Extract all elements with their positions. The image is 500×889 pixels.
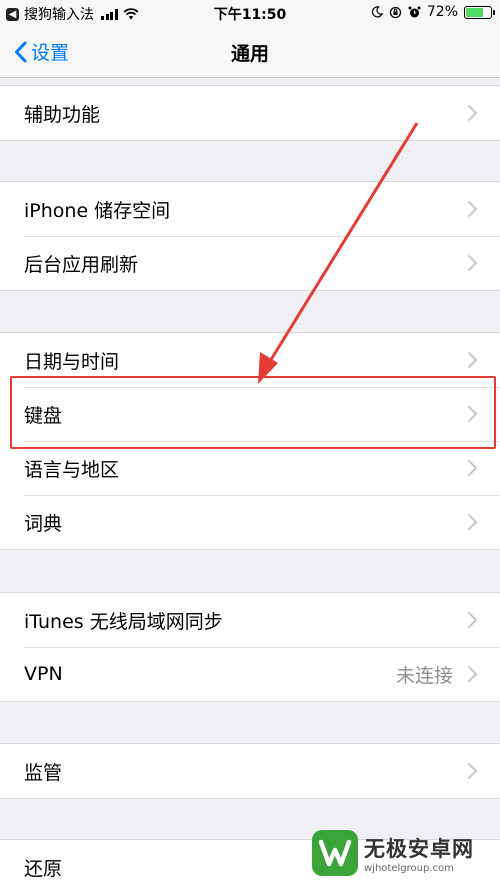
settings-group-locale: 日期与时间 键盘 语言与地区 词典 bbox=[0, 332, 500, 550]
row-accessibility[interactable]: 辅助功能 bbox=[0, 86, 500, 140]
settings-group-supervision: 监管 bbox=[0, 743, 500, 799]
row-date-time[interactable]: 日期与时间 bbox=[0, 333, 500, 387]
watermark: 无极安卓网 wjhotelgroup.com bbox=[312, 830, 474, 876]
row-label: VPN bbox=[24, 663, 63, 685]
row-label: iPhone 储存空间 bbox=[24, 199, 171, 222]
chevron-right-icon bbox=[468, 612, 478, 628]
alarm-icon bbox=[408, 6, 421, 17]
row-label: 后台应用刷新 bbox=[24, 253, 139, 276]
watermark-url: wjhotelgroup.com bbox=[364, 862, 454, 874]
chevron-right-icon bbox=[468, 352, 478, 368]
rotation-lock-icon bbox=[389, 6, 402, 18]
moon-icon bbox=[371, 6, 383, 18]
settings-group-storage: iPhone 储存空间 后台应用刷新 bbox=[0, 181, 500, 291]
page-title: 通用 bbox=[230, 43, 269, 65]
chevron-right-icon bbox=[468, 763, 478, 779]
row-label: iTunes 无线局域网同步 bbox=[24, 610, 223, 633]
settings-group-accessibility: 辅助功能 bbox=[0, 85, 500, 141]
chevron-right-icon bbox=[468, 666, 478, 682]
chevron-right-icon bbox=[468, 201, 478, 217]
row-label: 键盘 bbox=[24, 404, 63, 427]
battery-percent: 72% bbox=[426, 4, 458, 20]
row-itunes-wifi-sync[interactable]: iTunes 无线局域网同步 bbox=[0, 593, 500, 647]
row-keyboard[interactable]: 键盘 bbox=[0, 387, 500, 441]
watermark-logo-icon bbox=[312, 830, 358, 876]
row-vpn[interactable]: VPN 未连接 bbox=[0, 647, 500, 701]
row-label: 词典 bbox=[24, 512, 63, 535]
navigation-bar: 设置 通用 bbox=[0, 26, 500, 78]
row-dictionary[interactable]: 词典 bbox=[0, 495, 500, 549]
row-label: 语言与地区 bbox=[24, 458, 120, 481]
row-supervision[interactable]: 监管 bbox=[0, 744, 500, 798]
row-iphone-storage[interactable]: iPhone 储存空间 bbox=[0, 182, 500, 236]
vpn-status: 未连接 bbox=[395, 664, 453, 687]
row-label: 监管 bbox=[24, 761, 63, 784]
watermark-name: 无极安卓网 bbox=[364, 836, 474, 861]
chevron-right-icon bbox=[468, 514, 478, 530]
battery-icon bbox=[464, 5, 495, 19]
row-label: 日期与时间 bbox=[24, 350, 120, 373]
chevron-right-icon bbox=[468, 460, 478, 476]
chevron-right-icon bbox=[468, 255, 478, 271]
status-bar: ◀ 搜狗输入法 下午11:50 72% bbox=[0, 0, 500, 26]
row-background-app-refresh[interactable]: 后台应用刷新 bbox=[0, 236, 500, 290]
settings-group-network: iTunes 无线局域网同步 VPN 未连接 bbox=[0, 592, 500, 702]
chevron-right-icon bbox=[468, 105, 478, 121]
row-language-region[interactable]: 语言与地区 bbox=[0, 441, 500, 495]
row-label: 辅助功能 bbox=[24, 103, 101, 126]
chevron-right-icon bbox=[468, 406, 478, 422]
